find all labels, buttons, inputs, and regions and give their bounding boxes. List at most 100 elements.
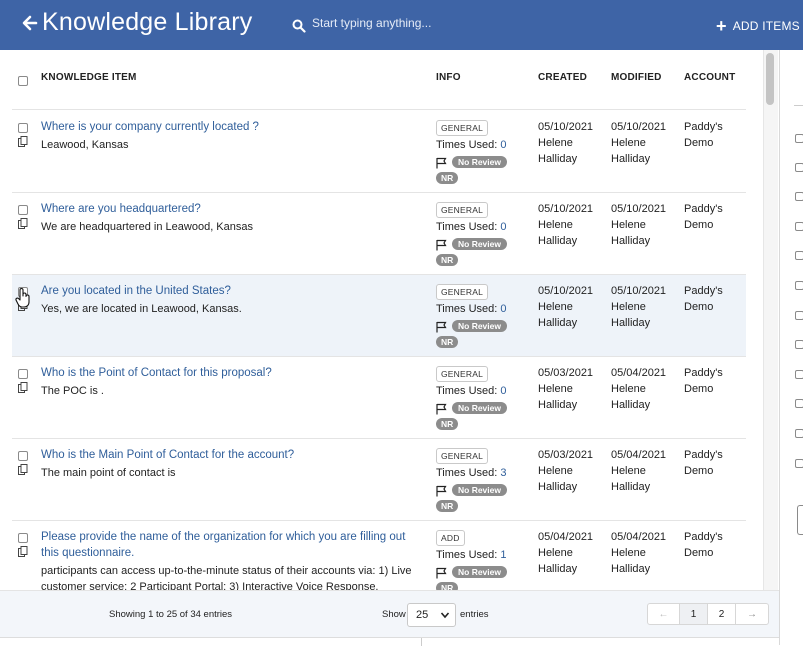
col-knowledge-item[interactable]: KNOWLEDGE ITEM bbox=[41, 72, 137, 83]
flag-icon[interactable] bbox=[436, 157, 447, 169]
table-row[interactable]: Where are you headquartered? We are head… bbox=[12, 193, 746, 275]
side-checkbox[interactable] bbox=[795, 340, 803, 349]
answer-text: Leawood, Kansas bbox=[41, 139, 129, 151]
table-row[interactable]: Are you located in the United States? Ye… bbox=[12, 275, 746, 357]
table-row[interactable]: Who is the Main Point of Contact for the… bbox=[12, 439, 746, 521]
side-checkbox[interactable] bbox=[795, 134, 803, 143]
table-row[interactable]: Where is your company currently located … bbox=[12, 111, 746, 193]
col-account[interactable]: ACCOUNT bbox=[684, 72, 735, 83]
flag-icon[interactable] bbox=[436, 403, 447, 415]
side-checkbox[interactable] bbox=[795, 311, 803, 320]
show-label: Show bbox=[382, 609, 406, 620]
category-tag: GENERAL bbox=[436, 202, 489, 218]
add-items-button[interactable]: + ADD ITEMS bbox=[716, 16, 800, 36]
review-badge: No Review bbox=[452, 156, 507, 168]
modified-cell: 05/04/2021 Helene Halliday bbox=[611, 365, 681, 413]
modified-by: Helene Halliday bbox=[611, 137, 651, 165]
question-link[interactable]: Who is the Point of Contact for this pro… bbox=[41, 365, 421, 381]
side-checkbox[interactable] bbox=[795, 222, 803, 231]
question-link[interactable]: Are you located in the United States? bbox=[41, 283, 421, 299]
plus-icon: + bbox=[716, 16, 727, 36]
row-checkbox[interactable] bbox=[18, 123, 28, 133]
chevron-down-icon bbox=[440, 612, 450, 619]
times-used-count[interactable]: 0 bbox=[500, 303, 506, 315]
modified-cell: 05/10/2021 Helene Halliday bbox=[611, 119, 681, 167]
created-by: Helene Halliday bbox=[538, 137, 578, 165]
times-used: Times Used: 3 bbox=[436, 467, 507, 479]
knowledge-table: KNOWLEDGE ITEM INFO CREATED MODIFIED ACC… bbox=[0, 50, 762, 590]
review-badge: No Review bbox=[452, 238, 507, 250]
page-1-button[interactable]: 1 bbox=[680, 604, 708, 624]
modified-date: 05/04/2021 bbox=[611, 449, 667, 461]
question-link[interactable]: Please provide the name of the organizat… bbox=[41, 529, 421, 561]
created-cell: 05/03/2021 Helene Halliday bbox=[538, 447, 608, 495]
side-checkbox[interactable] bbox=[795, 429, 803, 438]
prev-page-button[interactable]: ← bbox=[648, 604, 680, 624]
side-checkbox[interactable] bbox=[795, 370, 803, 379]
col-modified[interactable]: MODIFIED bbox=[611, 72, 662, 83]
account-cell: Paddy's Demo bbox=[684, 449, 723, 477]
times-used-count[interactable]: 0 bbox=[500, 221, 506, 233]
side-checkbox[interactable] bbox=[795, 399, 803, 408]
page-title: Knowledge Library bbox=[42, 8, 253, 36]
times-used-count[interactable]: 3 bbox=[500, 467, 506, 479]
category-tag: GENERAL bbox=[436, 284, 489, 300]
times-used-count[interactable]: 0 bbox=[500, 139, 506, 151]
nr-badge: NR bbox=[436, 172, 459, 184]
copy-icon[interactable] bbox=[18, 382, 28, 393]
side-checkbox[interactable] bbox=[795, 163, 803, 172]
created-date: 05/10/2021 bbox=[538, 121, 594, 133]
created-cell: 05/10/2021 Helene Halliday bbox=[538, 283, 608, 331]
table-row[interactable]: Please provide the name of the organizat… bbox=[12, 521, 746, 590]
page-2-button[interactable]: 2 bbox=[708, 604, 736, 624]
question-link[interactable]: Where is your company currently located … bbox=[41, 119, 421, 135]
search-input[interactable] bbox=[312, 12, 562, 34]
add-items-label: ADD ITEMS bbox=[732, 19, 800, 33]
side-button[interactable] bbox=[797, 505, 803, 535]
side-checkbox[interactable] bbox=[795, 251, 803, 260]
times-used-label: Times Used: bbox=[436, 385, 501, 397]
modified-by: Helene Halliday bbox=[611, 301, 651, 329]
modified-date: 05/04/2021 bbox=[611, 531, 667, 543]
copy-icon[interactable] bbox=[18, 546, 28, 557]
table-row[interactable]: Who is the Point of Contact for this pro… bbox=[12, 357, 746, 439]
scrollbar-track[interactable] bbox=[763, 50, 778, 590]
times-used-count[interactable]: 1 bbox=[500, 549, 506, 561]
times-used-count[interactable]: 0 bbox=[500, 385, 506, 397]
side-checkbox[interactable] bbox=[795, 192, 803, 201]
account-cell: Paddy's Demo bbox=[684, 121, 723, 149]
row-checkbox[interactable] bbox=[18, 205, 28, 215]
next-page-button[interactable]: → bbox=[736, 604, 768, 624]
col-info[interactable]: INFO bbox=[436, 72, 461, 83]
scrollbar-thumb[interactable] bbox=[766, 53, 774, 105]
account-cell: Paddy's Demo bbox=[684, 285, 723, 313]
copy-icon[interactable] bbox=[18, 218, 28, 229]
created-by: Helene Halliday bbox=[538, 219, 578, 247]
side-checkbox[interactable] bbox=[795, 281, 803, 290]
modified-date: 05/10/2021 bbox=[611, 121, 667, 133]
times-used: Times Used: 0 bbox=[436, 139, 507, 151]
times-used-label: Times Used: bbox=[436, 303, 501, 315]
question-link[interactable]: Where are you headquartered? bbox=[41, 201, 421, 217]
created-by: Helene Halliday bbox=[538, 383, 578, 411]
flag-icon[interactable] bbox=[436, 567, 447, 579]
account-cell: Paddy's Demo bbox=[684, 367, 723, 395]
question-link[interactable]: Who is the Main Point of Contact for the… bbox=[41, 447, 421, 463]
flag-icon[interactable] bbox=[436, 321, 447, 333]
page-size-select[interactable]: 25 bbox=[407, 603, 456, 627]
row-checkbox[interactable] bbox=[18, 369, 28, 379]
flag-icon[interactable] bbox=[436, 485, 447, 497]
side-checkbox[interactable] bbox=[795, 459, 803, 468]
modified-date: 05/10/2021 bbox=[611, 285, 667, 297]
back-arrow-icon[interactable] bbox=[22, 13, 38, 33]
select-all-checkbox[interactable] bbox=[18, 76, 28, 86]
times-used: Times Used: 1 bbox=[436, 549, 507, 561]
created-by: Helene Halliday bbox=[538, 301, 578, 329]
flag-icon[interactable] bbox=[436, 239, 447, 251]
row-checkbox[interactable] bbox=[18, 533, 28, 543]
row-checkbox[interactable] bbox=[18, 451, 28, 461]
copy-icon[interactable] bbox=[18, 136, 28, 147]
col-created[interactable]: CREATED bbox=[538, 72, 587, 83]
review-badge: No Review bbox=[452, 484, 507, 496]
copy-icon[interactable] bbox=[18, 464, 28, 475]
